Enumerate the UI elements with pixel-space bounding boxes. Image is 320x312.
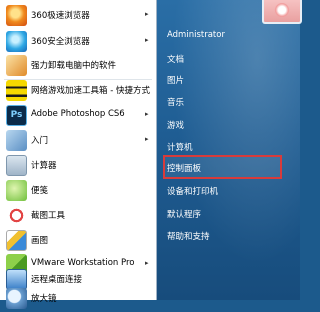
program-label: 放大镜 bbox=[31, 294, 57, 304]
paint-icon bbox=[6, 230, 27, 251]
program-label: Adobe Photoshop CS6 bbox=[31, 109, 125, 119]
place-pictures[interactable]: 图片 bbox=[167, 74, 184, 86]
browser-360-speed-icon bbox=[6, 5, 27, 26]
program-item-calculator[interactable]: 计算器 bbox=[0, 152, 156, 179]
sticky-notes-icon bbox=[6, 180, 27, 201]
program-item-360-speed-browser[interactable]: 360极速浏览器 ▸ bbox=[0, 2, 156, 29]
program-item-sticky-notes[interactable]: 便笺 bbox=[0, 177, 156, 204]
program-list-pane: 360极速浏览器 ▸ 360安全浏览器 ▸ 强力卸载电脑中的软件 网络游戏加速工… bbox=[0, 0, 157, 309]
program-label: 计算器 bbox=[31, 161, 57, 171]
submenu-arrow-icon: ▸ bbox=[145, 135, 149, 143]
program-item-getting-started[interactable]: 入门 ▸ bbox=[0, 127, 156, 154]
program-item-paint[interactable]: 画图 bbox=[0, 227, 156, 254]
place-games[interactable]: 游戏 bbox=[167, 119, 184, 131]
program-label: 360极速浏览器 bbox=[31, 11, 90, 21]
magnifier-icon bbox=[6, 288, 27, 309]
program-label: 画图 bbox=[31, 236, 49, 246]
program-label: 截图工具 bbox=[31, 211, 66, 221]
program-item-snipping-tool[interactable]: 截图工具 bbox=[0, 202, 156, 229]
program-item-uninstall[interactable]: 强力卸载电脑中的软件 bbox=[0, 52, 156, 79]
program-item-360-safe-browser[interactable]: 360安全浏览器 ▸ bbox=[0, 28, 156, 55]
calculator-icon bbox=[6, 155, 27, 176]
snipping-tool-icon bbox=[6, 205, 27, 226]
program-label: 入门 bbox=[31, 136, 49, 146]
submenu-arrow-icon: ▸ bbox=[145, 110, 149, 118]
place-documents[interactable]: 文档 bbox=[167, 53, 184, 65]
program-label: 360安全浏览器 bbox=[31, 37, 90, 47]
place-devices-and-printers[interactable]: 设备和打印机 bbox=[167, 185, 218, 197]
program-label: 强力卸载电脑中的软件 bbox=[31, 61, 117, 71]
program-item-magnifier[interactable]: 放大镜 bbox=[0, 285, 156, 312]
getting-started-icon bbox=[6, 130, 27, 151]
network-game-toolbox-icon bbox=[6, 80, 27, 101]
program-label: 网络游戏加速工具箱 - 快捷方式 bbox=[31, 86, 150, 96]
program-label: 便笺 bbox=[31, 186, 49, 196]
program-item-network-game-toolbox[interactable]: 网络游戏加速工具箱 - 快捷方式 bbox=[0, 77, 156, 104]
program-item-photoshop[interactable]: Ps Adobe Photoshop CS6 ▸ bbox=[0, 102, 156, 129]
place-help-and-support[interactable]: 帮助和支持 bbox=[167, 230, 210, 242]
program-label: 远程桌面连接 bbox=[31, 275, 83, 285]
place-default-programs[interactable]: 默认程序 bbox=[167, 208, 201, 220]
uninstall-icon bbox=[6, 55, 27, 76]
user-picture-icon[interactable] bbox=[262, 0, 302, 24]
submenu-arrow-icon: ▸ bbox=[145, 10, 149, 18]
place-music[interactable]: 音乐 bbox=[167, 96, 184, 108]
place-administrator[interactable]: Administrator bbox=[167, 30, 225, 40]
photoshop-icon: Ps bbox=[6, 105, 27, 126]
place-control-panel[interactable]: 控制面板 bbox=[167, 162, 201, 174]
submenu-arrow-icon: ▸ bbox=[145, 36, 149, 44]
flower-picture-icon bbox=[274, 3, 290, 17]
browser-360-safe-icon bbox=[6, 31, 27, 52]
place-computer[interactable]: 计算机 bbox=[167, 141, 193, 153]
